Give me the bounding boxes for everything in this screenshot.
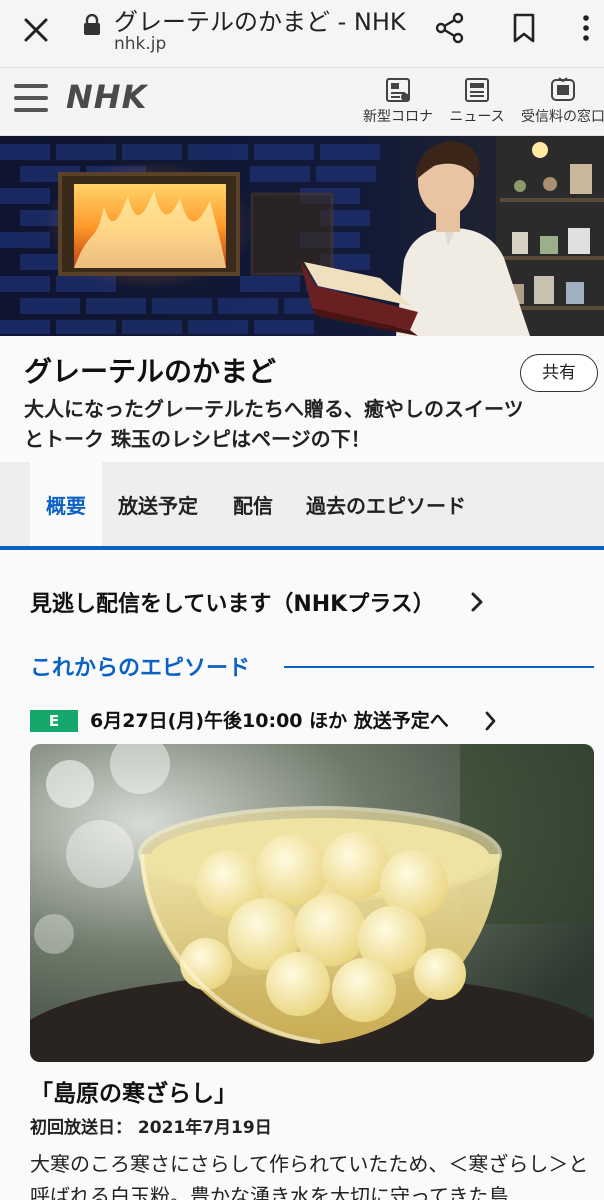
lock-icon (84, 14, 100, 35)
share-icon[interactable] (432, 10, 468, 46)
bookmark-icon[interactable] (506, 10, 542, 46)
close-icon[interactable] (18, 12, 54, 48)
chevron-right-icon[interactable] (484, 710, 498, 732)
program-tabs: 概要 放送予定 配信 過去のエピソード (0, 462, 604, 550)
page-domain[interactable]: nhk.jp (114, 34, 166, 54)
fee-window-icon (551, 77, 575, 101)
nhk-logo[interactable]: NHK (66, 78, 147, 116)
nav-fee-label: 受信料の窓口 (521, 109, 604, 125)
chevron-right-icon[interactable] (468, 590, 486, 614)
more-vert-icon[interactable] (576, 10, 596, 46)
nav-corona-label: 新型コロナ (363, 109, 433, 125)
first-broadcast-date: 初回放送日： 2021年7月19日 (30, 1118, 272, 1138)
corona-info-icon (386, 78, 410, 102)
program-description: 大人になったグレーテルたちへ贈る、癒やしのスイーツとトーク 珠玉のレシピはページ… (24, 397, 524, 451)
page-title[interactable]: グレーテルのかまど - NHK (114, 2, 406, 37)
missed-stream-link[interactable]: 見逃し配信をしています（NHKプラス） (30, 586, 435, 618)
tab-stream[interactable]: 配信 (233, 462, 273, 546)
episode-image[interactable] (30, 744, 594, 1062)
episode-title[interactable]: 「島原の寒ざらし」 (30, 1074, 237, 1108)
channel-badge: E (30, 710, 78, 732)
section-title: これからのエピソード (30, 656, 251, 681)
tab-schedule[interactable]: 放送予定 (118, 462, 198, 546)
nav-news[interactable]: ニュース (446, 76, 508, 126)
browser-toolbar: グレーテルのかまど - NHK nhk.jp (0, 0, 604, 68)
program-hero-image (0, 136, 604, 336)
site-header: NHK 新型コロナ ニュース 受信料の窓口 (0, 68, 604, 136)
program-title: グレーテルのかまど (24, 355, 277, 388)
episode-description: 大寒のころ寒さにさらして作られていたため、＜寒ざらし＞と呼ばれる白玉粉。豊かな湧… (30, 1152, 589, 1200)
tab-past-episodes[interactable]: 過去のエピソード (306, 462, 466, 546)
news-icon (465, 78, 489, 102)
main-content: 見逃し配信をしています（NHKプラス） これからのエピソード E 6月27日(月… (0, 550, 604, 1200)
nav-news-label: ニュース (449, 109, 505, 125)
share-button[interactable]: 共有 (520, 354, 598, 392)
program-header: グレーテルのかまど 大人になったグレーテルたちへ贈る、癒やしのスイーツとトーク … (0, 336, 604, 462)
schedule-link[interactable]: 6月27日(月)午後10:00 ほか 放送予定へ (90, 706, 449, 733)
section-divider (284, 666, 594, 668)
menu-icon[interactable] (14, 84, 48, 116)
tab-overview[interactable]: 概要 (30, 462, 102, 546)
nav-fee-window[interactable]: 受信料の窓口 (518, 76, 604, 126)
nav-corona[interactable]: 新型コロナ (360, 76, 436, 126)
